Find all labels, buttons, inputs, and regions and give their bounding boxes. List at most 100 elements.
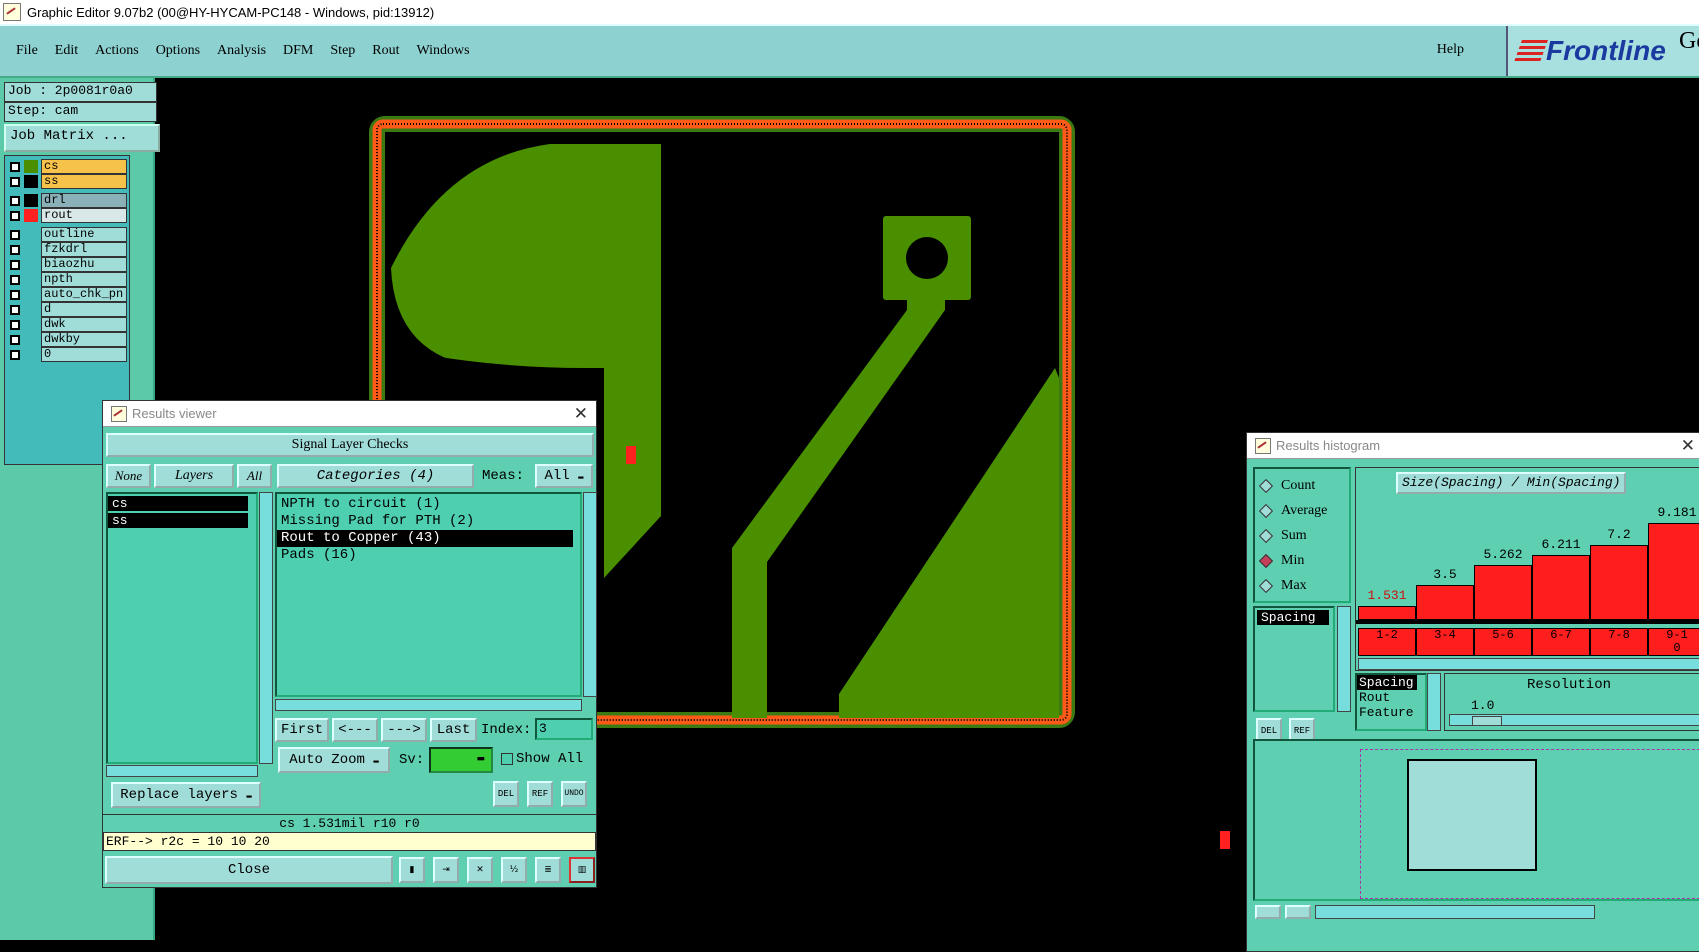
job-matrix-button[interactable]: Job Matrix ... — [4, 124, 160, 152]
undo-tool-button[interactable]: UNDO — [561, 781, 587, 807]
layer-row-ss[interactable]: ss — [7, 174, 127, 189]
menu-dfm[interactable]: DFM — [283, 43, 313, 59]
resolution-slider[interactable] — [1449, 714, 1699, 726]
bar-range-label[interactable]: 3-4 — [1416, 628, 1474, 656]
param-item-spacing[interactable]: Spacing — [1357, 675, 1417, 690]
bar-range-label[interactable]: 7-8 — [1590, 628, 1648, 656]
menu-step[interactable]: Step — [330, 43, 355, 59]
layer-row-fzkdrl[interactable]: fzkdrl — [7, 242, 127, 257]
layer-checkbox[interactable] — [10, 349, 20, 360]
menu-actions[interactable]: Actions — [95, 43, 139, 59]
close-button[interactable]: Close — [105, 856, 393, 884]
layer-checkbox[interactable] — [10, 244, 20, 255]
mode-radio-count[interactable]: Count — [1255, 473, 1349, 498]
layer-name[interactable]: outline — [41, 227, 127, 242]
menu-analysis[interactable]: Analysis — [217, 43, 266, 59]
param-item-feature[interactable]: Feature — [1357, 705, 1425, 720]
highlight-tool-icon[interactable]: ▮ — [399, 857, 425, 883]
param-item-rout[interactable]: Rout — [1357, 690, 1425, 705]
menu-file[interactable]: File — [16, 43, 38, 59]
mode-radio-min[interactable]: Min — [1255, 548, 1349, 573]
mode-radio-max[interactable]: Max — [1255, 573, 1349, 598]
footer-field[interactable] — [1315, 905, 1595, 919]
layer-checkbox[interactable] — [10, 334, 20, 345]
histogram-bar[interactable] — [1474, 565, 1532, 620]
layer-row-dwkby[interactable]: dwkby — [7, 332, 127, 347]
layer-name[interactable]: biaozhu — [41, 257, 127, 272]
category-item-pads[interactable]: Pads (16) — [277, 547, 580, 564]
layer-name[interactable]: auto_chk_pn — [41, 287, 127, 302]
report-icon[interactable]: ≣ — [535, 857, 561, 883]
menu-rout[interactable]: Rout — [372, 43, 399, 59]
last-button[interactable]: Last — [430, 718, 477, 742]
none-button[interactable]: None — [106, 464, 151, 488]
layer-checkbox[interactable] — [10, 176, 20, 187]
slider-thumb[interactable] — [1472, 716, 1502, 726]
sv-color-dropdown[interactable]: ▬ — [429, 747, 493, 773]
layer-name[interactable]: drl — [41, 193, 127, 208]
all-layers-button[interactable]: All — [237, 464, 272, 488]
layer-name[interactable]: ss — [41, 174, 127, 189]
layer-checkbox[interactable] — [10, 319, 20, 330]
layer-checkbox[interactable] — [10, 161, 20, 172]
del-tool-button[interactable]: DEL — [493, 781, 519, 807]
layer-checkbox[interactable] — [10, 274, 20, 285]
param-list-scrollbar[interactable] — [1427, 673, 1441, 731]
histogram-bar[interactable] — [1358, 606, 1416, 620]
show-all-checkbox[interactable] — [501, 753, 513, 765]
layer-checkbox[interactable] — [10, 259, 20, 270]
replace-layers-dropdown[interactable]: Replace layers ▬ — [111, 782, 261, 808]
menu-help[interactable]: Help — [1437, 42, 1464, 58]
layer-checkbox[interactable] — [10, 289, 20, 300]
layer-list-item[interactable]: ss — [108, 513, 248, 528]
categories-button[interactable]: Categories (4) — [277, 464, 474, 488]
layer-checkbox[interactable] — [10, 229, 20, 240]
histogram-hscrollbar[interactable] — [1358, 658, 1699, 670]
histogram-list-item[interactable]: Spacing — [1257, 610, 1329, 625]
bar-range-label[interactable]: 9-10 — [1648, 628, 1699, 656]
menu-edit[interactable]: Edit — [55, 43, 78, 59]
auto-zoom-dropdown[interactable]: Auto Zoom ▬ — [278, 747, 390, 773]
prev-button[interactable]: <--- — [332, 718, 378, 742]
layer-list-hscrollbar[interactable] — [106, 765, 258, 777]
signal-layer-checks-heading[interactable]: Signal Layer Checks — [106, 433, 594, 457]
bar-range-label[interactable]: 5-6 — [1474, 628, 1532, 656]
next-button[interactable]: ---> — [381, 718, 427, 742]
histogram-bar[interactable] — [1416, 585, 1474, 620]
layer-name[interactable]: npth — [41, 272, 127, 287]
close-icon[interactable]: ✕ — [1681, 436, 1695, 456]
layer-name[interactable]: 0 — [41, 347, 127, 362]
layer-name[interactable]: d — [41, 302, 127, 317]
histogram-icon[interactable]: ▥ — [569, 857, 595, 883]
histogram-bar[interactable] — [1648, 523, 1699, 620]
ref-delete-icon[interactable]: ✕ — [467, 857, 493, 883]
ref-tool-button[interactable]: REF — [527, 781, 553, 807]
layer-list-scrollbar[interactable] — [259, 492, 273, 764]
layer-row-d[interactable]: d — [7, 302, 127, 317]
first-button[interactable]: First — [275, 718, 329, 742]
footer-button-1[interactable] — [1255, 905, 1281, 919]
menu-windows[interactable]: Windows — [417, 43, 470, 59]
mode-radio-average[interactable]: Average — [1255, 498, 1349, 523]
layer-checkbox[interactable] — [10, 210, 20, 221]
bar-range-label[interactable]: 6-7 — [1532, 628, 1590, 656]
half-tool-icon[interactable]: ½ — [501, 857, 527, 883]
layer-list-item[interactable]: cs — [108, 496, 248, 511]
category-item-missing-pad[interactable]: Missing Pad for PTH (2) — [277, 513, 580, 530]
category-list-scrollbar[interactable] — [583, 492, 597, 697]
category-item-npth-to-circuit[interactable]: NPTH to circuit (1) — [277, 496, 580, 513]
category-item-rout-to-copper[interactable]: Rout to Copper (43) — [277, 530, 573, 547]
layer-row-dwk[interactable]: dwk — [7, 317, 127, 332]
layer-row-auto_chk_pn[interactable]: auto_chk_pn — [7, 287, 127, 302]
layer-row-drl[interactable]: drl — [7, 193, 127, 208]
layer-row-outline[interactable]: outline — [7, 227, 127, 242]
layers-button[interactable]: Layers — [154, 464, 234, 488]
layer-row-cs[interactable]: cs — [7, 159, 127, 174]
exit-tool-icon[interactable]: ⇥ — [433, 857, 459, 883]
footer-button-2[interactable] — [1285, 905, 1311, 919]
meas-dropdown[interactable]: All ▬ — [535, 464, 593, 488]
bar-range-label[interactable]: 1-2 — [1358, 628, 1416, 656]
layer-row-npth[interactable]: npth — [7, 272, 127, 287]
histogram-bar[interactable] — [1532, 555, 1590, 620]
layer-row-0[interactable]: 0 — [7, 347, 127, 362]
